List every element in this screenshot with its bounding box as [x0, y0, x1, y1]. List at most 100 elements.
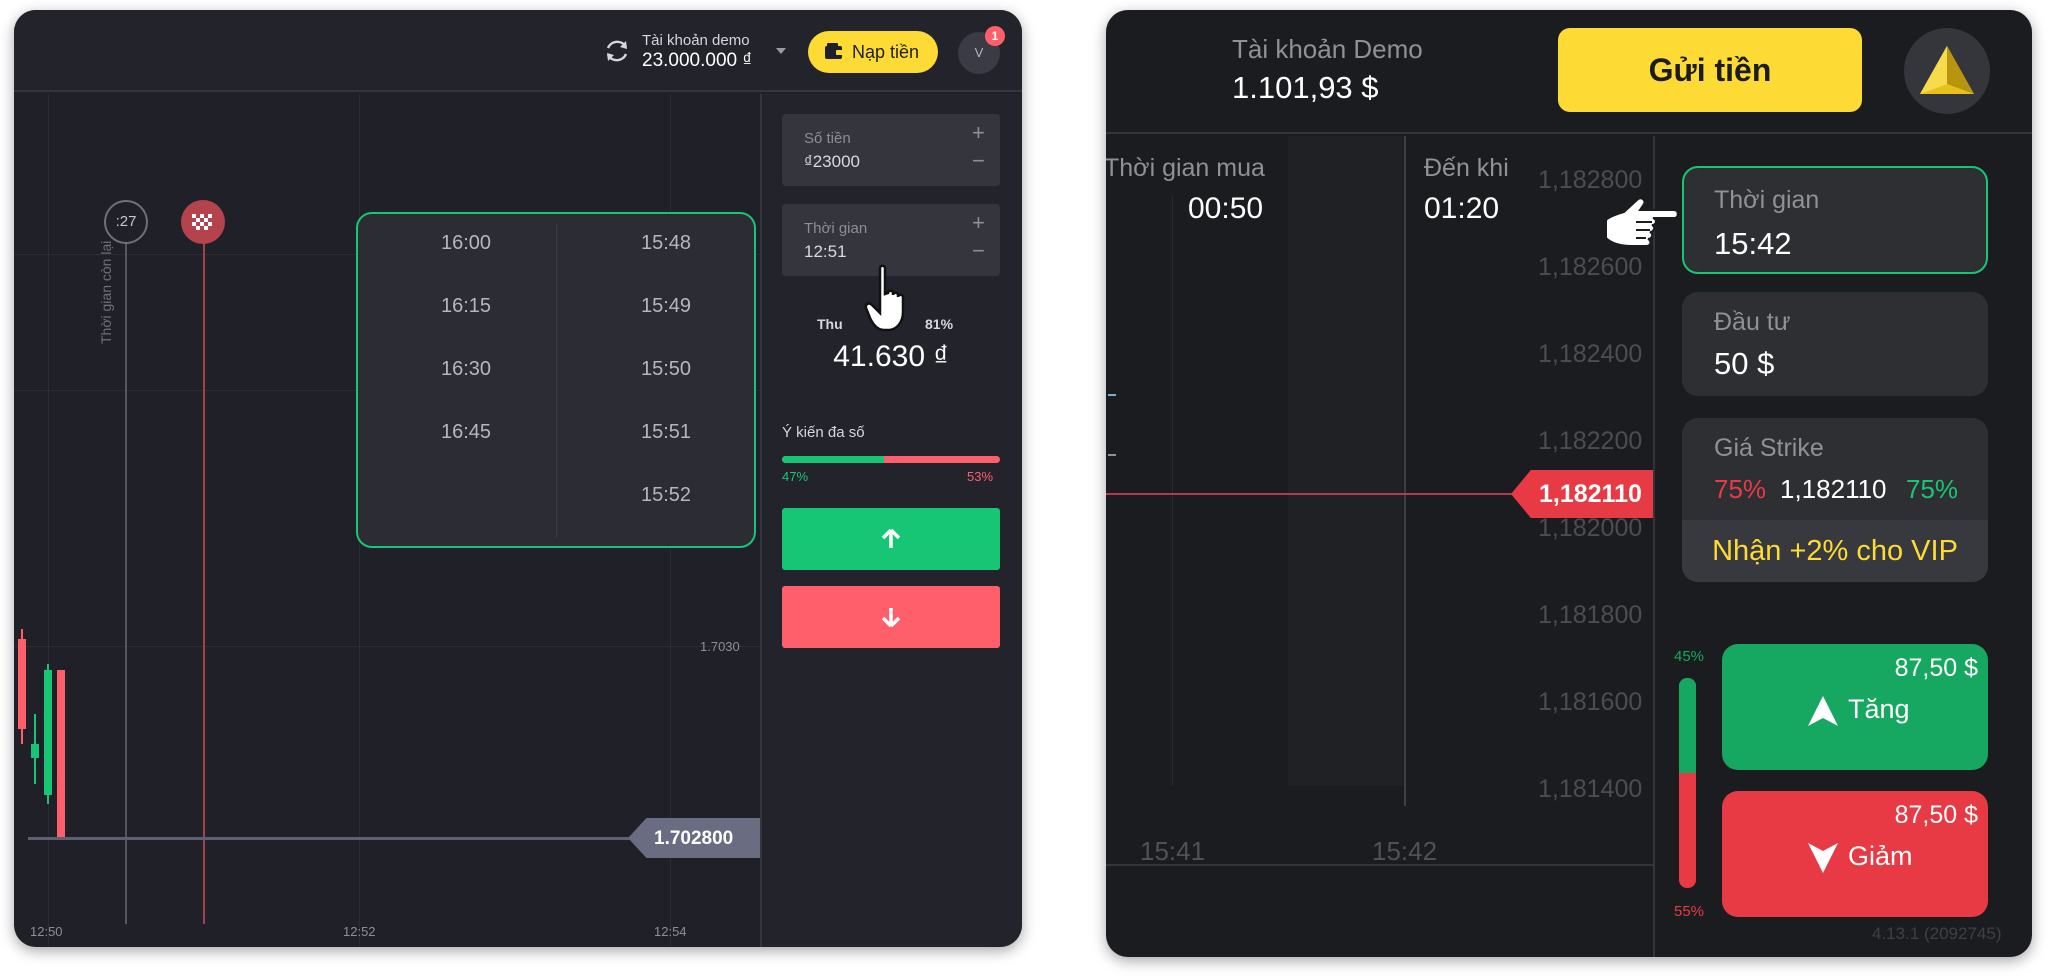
dropdown-option[interactable]: 15:51 [596, 421, 736, 444]
gold-pyramid-icon [1920, 46, 1974, 94]
candle-wick [47, 664, 49, 804]
chart-tick-mark [1108, 394, 1116, 396]
notification-badge[interactable]: 1 [985, 26, 1005, 46]
y-tick: 1,182600 [1538, 253, 1643, 281]
y-tick: 1,181600 [1538, 688, 1643, 716]
purchase-zone [1288, 136, 1403, 786]
dropdown-divider [556, 224, 557, 538]
until-label: Đến khi [1424, 154, 1509, 182]
candle-wick [21, 629, 23, 744]
time-field[interactable]: Thời gian 15:42 [1682, 166, 1988, 274]
finish-time-line [203, 204, 205, 924]
strike-label: Giá Strike [1714, 434, 1824, 462]
expiry-time-line [125, 204, 127, 924]
sidebar-divider [1653, 136, 1655, 957]
y-tick: 1,182000 [1538, 514, 1643, 542]
time-label: Thời gian [804, 220, 868, 237]
left-sidebar: Số tiền ₫23000 + − Thời gian 12:51 + − T… [760, 94, 1022, 947]
vip-bonus-banner[interactable]: Nhận +2% cho VIP [1682, 520, 1988, 582]
chart-tick-mark [1108, 454, 1116, 456]
call-button[interactable] [782, 508, 1000, 570]
x-tick: 15:41 [1140, 836, 1206, 866]
payout-value: 41.630 ₫ [833, 340, 949, 373]
left-header: Tài khoản demo 23.000.000 ₫ Nạp tiền V 1 [14, 10, 1022, 92]
put-button[interactable] [782, 586, 1000, 648]
buy-time-value: 00:50 [1188, 192, 1264, 225]
left-trading-screenshot: Tài khoản demo 23.000.000 ₫ Nạp tiền V 1… [14, 10, 1022, 947]
arrow-up-icon [881, 528, 901, 548]
time-dropdown[interactable]: 16:00 16:15 16:30 16:45 15:48 15:49 15:5… [356, 212, 756, 548]
dropdown-option[interactable]: 16:00 [396, 232, 536, 255]
time-value[interactable]: 12:51 [804, 242, 847, 262]
x-tick: 12:52 [343, 924, 376, 939]
dropdown-option[interactable]: 15:50 [596, 358, 736, 381]
amount-value[interactable]: ₫23000 [804, 152, 860, 172]
plus-icon[interactable]: + [972, 212, 985, 234]
minus-icon[interactable]: − [972, 240, 985, 262]
investment-field[interactable]: Đầu tư 50 $ [1682, 292, 1988, 396]
current-price-line [1106, 493, 1516, 495]
amount-field[interactable]: Số tiền ₫23000 + − [782, 114, 1000, 186]
y-tick: 1,182400 [1538, 340, 1643, 368]
strike-price-value[interactable]: 1,182110 [1780, 474, 1887, 505]
dropdown-option[interactable]: 16:15 [396, 295, 536, 318]
account-balance[interactable]: 1.101,93 $ [1232, 70, 1379, 106]
chevron-down-icon[interactable] [774, 46, 788, 56]
version-label: 4.13.1 (2092745) [1872, 924, 2002, 943]
sentiment-down-percent: 55% [1674, 903, 1705, 920]
avatar[interactable] [1904, 28, 1990, 114]
hand-pointer-icon [864, 264, 905, 332]
current-price-line [28, 837, 648, 840]
dropdown-option[interactable]: 15:49 [596, 295, 736, 318]
dropdown-option[interactable]: 16:30 [396, 358, 536, 381]
up-button[interactable]: 87,50 $ Tăng [1722, 644, 1988, 770]
payout-label: Thu [817, 316, 843, 332]
sentiment-up-percent: 45% [1674, 648, 1705, 665]
deposit-button[interactable]: Nạp tiền [808, 31, 938, 73]
current-price-value: 1.702800 [654, 828, 734, 849]
account-type-label[interactable]: Tài khoản demo [642, 32, 750, 49]
dropdown-option[interactable]: 15:52 [596, 484, 736, 507]
until-value: 01:20 [1424, 192, 1500, 225]
time-label: Thời gian [1714, 186, 1820, 214]
time-remaining-label: Thời gian còn lại [98, 240, 114, 344]
dropdown-option[interactable]: 15:48 [596, 232, 736, 255]
x-tick: 12:50 [30, 924, 63, 939]
y-tick: 1,182200 [1538, 427, 1643, 455]
account-balance[interactable]: 23.000.000 ₫ [642, 50, 752, 72]
plus-icon[interactable]: + [972, 122, 985, 144]
hand-pointer-icon [1605, 197, 1679, 247]
minus-icon[interactable]: − [972, 150, 985, 172]
down-button[interactable]: 87,50 $ Giảm [1722, 791, 1988, 917]
sentiment-up-percent: 47% [782, 469, 809, 484]
account-type-label[interactable]: Tài khoản Demo [1232, 34, 1423, 65]
candle-wick [34, 714, 36, 784]
strike-price-card[interactable]: Giá Strike 75% 1,182110 75% Nhận +2% cho… [1682, 418, 1988, 582]
up-payout: 87,50 $ [1894, 654, 1978, 682]
finish-flag-icon [181, 200, 225, 244]
refresh-icon[interactable] [602, 36, 632, 66]
left-chart[interactable]: :27 Thời gian còn lại 1.7030 1.702800 12… [14, 94, 760, 947]
candle [57, 670, 65, 840]
strike-up-percent[interactable]: 75% [1906, 474, 1958, 505]
arrow-up-icon [1808, 696, 1838, 726]
current-price-tag: 1,182110 [1511, 470, 1653, 518]
sentiment-bar [1679, 678, 1696, 888]
right-header: Tài khoản Demo 1.101,93 $ Gửi tiền [1106, 10, 2032, 134]
x-tick: 12:54 [654, 924, 687, 939]
deposit-label: Nạp tiền [852, 42, 920, 62]
current-price-value: 1,182110 [1539, 480, 1642, 508]
dropdown-option[interactable]: 16:45 [396, 421, 536, 444]
investment-value[interactable]: 50 $ [1714, 346, 1774, 382]
right-chart[interactable]: Thời gian mua 00:50 Đến khi 01:20 1,1828… [1106, 136, 1653, 957]
y-tick: 1,181400 [1538, 775, 1643, 803]
expiry-line [1404, 136, 1406, 806]
deposit-button[interactable]: Gửi tiền [1558, 28, 1862, 112]
investment-label: Đầu tư [1714, 308, 1791, 336]
current-price-tag: 1.702800 [628, 818, 760, 858]
time-value[interactable]: 15:42 [1714, 226, 1792, 262]
right-trading-screenshot: Tài khoản Demo 1.101,93 $ Gửi tiền Thời … [1106, 10, 2032, 957]
strike-down-percent[interactable]: 75% [1714, 474, 1766, 505]
up-label: Tăng [1848, 694, 1910, 724]
x-tick: 15:42 [1372, 836, 1438, 866]
